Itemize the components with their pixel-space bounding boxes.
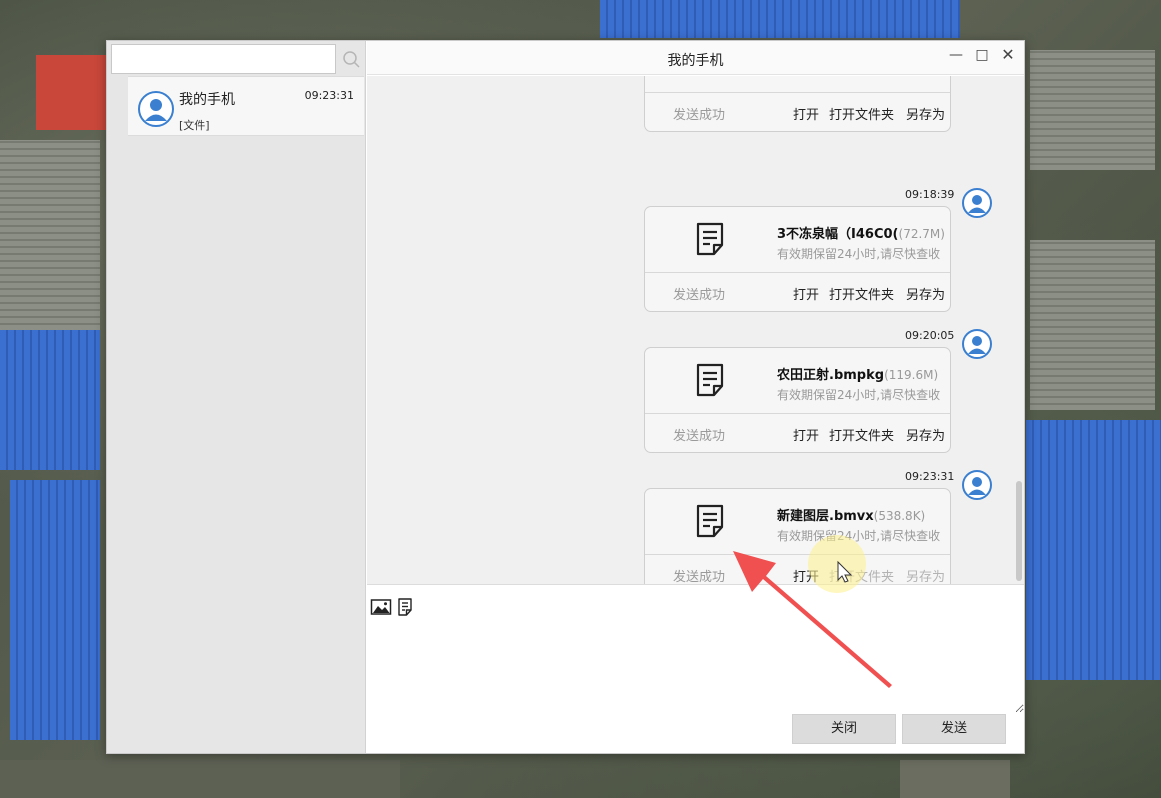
file-name-line: 新建图层.bmvx(538.8K) (777, 505, 947, 524)
compose-toolbar (367, 584, 1024, 618)
file-info[interactable]: 农田正射.bmpkg(119.6M) 有效期保留24小时,请尽快查收 (645, 348, 950, 414)
file-name-line: 3不冻泉幅（I46C0((72.7M) (777, 223, 947, 242)
document-icon (696, 504, 724, 538)
contact-preview: [文件] (179, 119, 210, 132)
file-actions: 发送成功 打开 打开文件夹 另存为 (645, 273, 950, 311)
file-expiry-note: 有效期保留24小时,请尽快查收 (777, 388, 941, 402)
file-message-bubble: 3不冻泉幅（I46C0((72.7M) 有效期保留24小时,请尽快查收 发送成功… (644, 206, 951, 312)
chat-panel: 我的手机 — □ ✕ 发送成功 打开 打开文件夹 另存为 09:18:39 3不… (367, 41, 1024, 753)
file-message-bubble: 发送成功 打开 打开文件夹 另存为 (644, 76, 951, 132)
search-input[interactable] (111, 44, 336, 74)
minimize-icon[interactable]: — (946, 45, 966, 65)
file-info[interactable]: 3不冻泉幅（I46C0((72.7M) 有效期保留24小时,请尽快查收 (645, 207, 950, 273)
file-send-icon[interactable] (394, 597, 416, 617)
building-roof (1030, 240, 1155, 410)
sidebar: 我的手机 09:23:31 [文件] (107, 41, 366, 753)
file-info[interactable]: 新建图层.bmvx(538.8K) 有效期保留24小时,请尽快查收 (645, 489, 950, 555)
road (900, 760, 1010, 798)
message-time: 09:23:31 (905, 470, 955, 483)
contact-name: 我的手机 (179, 92, 235, 108)
message-time: 09:20:05 (905, 329, 955, 342)
user-avatar-icon (962, 188, 992, 218)
file-message-bubble: 农田正射.bmpkg(119.6M) 有效期保留24小时,请尽快查收 发送成功 … (644, 347, 951, 453)
file-expiry-note: 有效期保留24小时,请尽快查收 (777, 529, 941, 543)
user-avatar-icon (138, 91, 174, 127)
file-name: 农田正射.bmpkg (777, 368, 885, 383)
file-name: 新建图层.bmvx (777, 509, 874, 524)
open-file-link[interactable]: 打开 (793, 284, 819, 303)
save-as-link[interactable]: 另存为 (906, 425, 945, 444)
user-avatar-icon (962, 470, 992, 500)
building-roof (600, 0, 960, 38)
title-bar: 我的手机 — □ ✕ (367, 41, 1024, 75)
file-actions: 发送成功 打开 打开文件夹 另存为 (645, 414, 950, 452)
send-status: 发送成功 (673, 108, 726, 123)
document-icon (696, 222, 724, 256)
contact-time: 09:23:31 (304, 89, 354, 102)
save-as-link[interactable]: 另存为 (906, 284, 945, 303)
save-as-link[interactable]: 另存为 (906, 566, 945, 584)
building-roof (36, 55, 106, 130)
search-icon[interactable] (341, 49, 361, 69)
user-avatar-icon (962, 329, 992, 359)
search-bar (111, 44, 362, 74)
image-icon[interactable] (370, 597, 392, 617)
scrollbar-thumb[interactable] (1016, 481, 1022, 581)
building-roof (10, 480, 100, 740)
open-file-link[interactable]: 打开 (793, 425, 819, 444)
message-input[interactable] (367, 619, 1024, 713)
message-list[interactable]: 发送成功 打开 打开文件夹 另存为 09:18:39 3不冻泉幅（I46C0((… (367, 76, 1024, 584)
maximize-icon[interactable]: □ (972, 45, 992, 65)
cursor-highlight (808, 535, 866, 593)
file-actions: 发送成功 打开 打开文件夹 另存为 (645, 555, 950, 584)
file-name-line: 农田正射.bmpkg(119.6M) (777, 364, 947, 383)
file-expiry-note: 有效期保留24小时,请尽快查收 (777, 247, 941, 261)
file-message-bubble: 新建图层.bmvx(538.8K) 有效期保留24小时,请尽快查收 发送成功 打… (644, 488, 951, 584)
contact-item-my-phone[interactable]: 我的手机 09:23:31 [文件] (128, 76, 364, 136)
send-status: 发送成功 (673, 288, 726, 303)
document-icon (696, 363, 724, 397)
send-status: 发送成功 (673, 429, 726, 444)
road (0, 760, 400, 798)
building-roof (1026, 420, 1161, 680)
send-button[interactable]: 发送 (902, 714, 1006, 744)
open-folder-link[interactable]: 打开文件夹 (829, 104, 894, 123)
open-folder-link[interactable]: 打开文件夹 (829, 425, 894, 444)
close-icon[interactable]: ✕ (998, 45, 1018, 65)
close-button[interactable]: 关闭 (792, 714, 896, 744)
messenger-window: 我的手机 09:23:31 [文件] 我的手机 — □ ✕ 发送成功 打开 打开… (106, 40, 1025, 754)
open-file-link[interactable]: 打开 (793, 104, 819, 123)
file-size: (72.7M) (898, 227, 945, 241)
open-folder-link[interactable]: 打开文件夹 (829, 284, 894, 303)
save-as-link[interactable]: 另存为 (906, 104, 945, 123)
file-size: (538.8K) (873, 509, 926, 523)
file-name: 3不冻泉幅（I46C0( (777, 227, 899, 242)
file-actions: 发送成功 打开 打开文件夹 另存为 (645, 93, 950, 131)
window-title: 我的手机 (667, 53, 724, 69)
message-time: 09:18:39 (905, 188, 955, 201)
building-roof (1030, 50, 1155, 170)
send-status: 发送成功 (673, 570, 726, 584)
building-roof (0, 140, 100, 330)
file-size: (119.6M) (884, 368, 939, 382)
file-info (645, 76, 950, 93)
building-roof (0, 330, 100, 470)
